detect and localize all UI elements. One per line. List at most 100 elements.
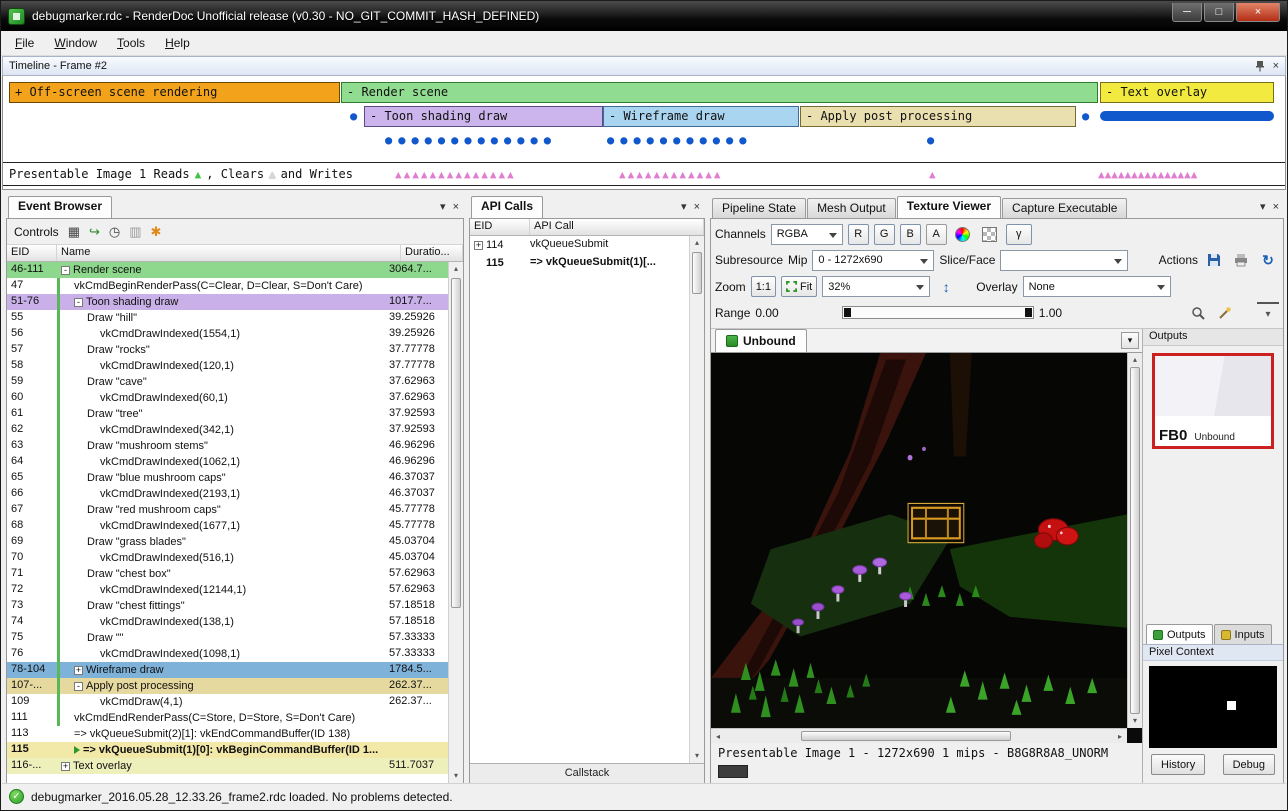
maximize-button[interactable]: □ (1204, 3, 1234, 22)
column-eid[interactable]: EID (470, 219, 530, 235)
event-row[interactable]: 74vkCmdDrawIndexed(138,1)57.18518 (7, 614, 448, 630)
statistics-icon[interactable]: ▥ (129, 225, 141, 238)
event-row[interactable]: 70vkCmdDrawIndexed(516,1)45.03704 (7, 550, 448, 566)
menu-help[interactable]: Help (155, 32, 200, 54)
timeline-bar-text-overlay[interactable]: - Text overlay (1100, 82, 1274, 103)
event-row[interactable]: 78-104+Wireframe draw1784.5... (7, 662, 448, 678)
event-row[interactable]: 51-76-Toon shading draw1017.7... (7, 294, 448, 310)
texture-viewer-menu-icon[interactable]: ▾ (1260, 200, 1266, 213)
color-wheel-button[interactable] (952, 224, 974, 245)
scrollbar-thumb[interactable] (692, 252, 702, 294)
scrollbar-thumb[interactable] (801, 731, 1011, 741)
channels-select[interactable]: RGBA (771, 224, 843, 245)
api-calls-menu-icon[interactable]: ▾ (681, 200, 687, 213)
history-button[interactable]: History (1151, 754, 1205, 775)
tab-inputs[interactable]: Inputs (1214, 624, 1272, 644)
tab-capture-executable[interactable]: Capture Executable (1002, 198, 1127, 218)
event-row[interactable]: 71Draw "chest box"57.62963 (7, 566, 448, 582)
column-name[interactable]: Name (57, 245, 401, 261)
event-row[interactable]: 64vkCmdDrawIndexed(1062,1)46.96296 (7, 454, 448, 470)
event-browser-scrollbar[interactable]: ▴ ▾ (448, 262, 463, 783)
event-row[interactable]: 63Draw "mushroom stems"46.96296 (7, 438, 448, 454)
timeline-bar-toon[interactable]: - Toon shading draw (364, 106, 603, 127)
event-row[interactable]: 60vkCmdDrawIndexed(60,1)37.62963 (7, 390, 448, 406)
timeline-text-overlay-draws-bar[interactable] (1100, 111, 1274, 121)
minimize-button[interactable]: ─ (1172, 3, 1202, 22)
event-row[interactable]: 57Draw "rocks"37.77778 (7, 342, 448, 358)
debug-button[interactable]: Debug (1223, 754, 1275, 775)
channel-a-button[interactable]: A (926, 224, 947, 245)
pin-icon[interactable] (1255, 60, 1265, 72)
fb0-thumbnail[interactable]: FB0 Unbound (1152, 353, 1274, 449)
column-eid[interactable]: EID (7, 245, 57, 261)
toon-draw-dots[interactable]: ●●●●●●●●●●●●● (385, 133, 557, 147)
event-browser-menu-icon[interactable]: ▾ (440, 200, 446, 213)
draw-dot[interactable]: ● (1082, 109, 1089, 123)
fit-button[interactable]: Fit (781, 276, 817, 297)
range-slider-min-handle[interactable] (844, 308, 851, 317)
controls-label[interactable]: Controls (14, 225, 59, 239)
tab-event-browser[interactable]: Event Browser (8, 196, 112, 218)
checkerboard-button[interactable] (979, 224, 1001, 245)
browse-icon[interactable]: ▦ (68, 225, 80, 238)
tab-api-calls[interactable]: API Calls (471, 196, 543, 218)
goto-eid-icon[interactable]: ↪ (89, 225, 100, 238)
channel-g-button[interactable]: G (874, 224, 895, 245)
menu-tools[interactable]: Tools (107, 32, 155, 54)
timeline-bar-wireframe[interactable]: - Wireframe draw (603, 106, 799, 127)
menu-file[interactable]: File (5, 32, 44, 54)
pixel-context-view[interactable] (1149, 666, 1277, 748)
channel-r-button[interactable]: R (848, 224, 869, 245)
texture-list-dropdown[interactable]: ▾ (1121, 332, 1139, 349)
event-row[interactable]: 56vkCmdDrawIndexed(1554,1)39.25926 (7, 326, 448, 342)
scrollbar-thumb[interactable] (1130, 367, 1140, 714)
tab-mesh-output[interactable]: Mesh Output (807, 198, 896, 218)
texture-viewer-close-icon[interactable]: × (1273, 201, 1279, 213)
event-row[interactable]: 111vkCmdEndRenderPass(C=Store, D=Store, … (7, 710, 448, 726)
event-row[interactable]: 61Draw "tree"37.92593 (7, 406, 448, 422)
event-row[interactable]: 47vkCmdBeginRenderPass(C=Clear, D=Clear,… (7, 278, 448, 294)
callstack-section[interactable]: Callstack (470, 763, 704, 783)
tab-texture-viewer[interactable]: Texture Viewer (897, 196, 1001, 218)
api-calls-close-icon[interactable]: × (694, 201, 700, 213)
bookmark-icon[interactable]: ✱ (151, 225, 162, 238)
api-row[interactable]: +114vkQueueSubmit (470, 236, 689, 254)
tab-pipeline-state[interactable]: Pipeline State (712, 198, 806, 218)
zoom-1to1-button[interactable]: 1:1 (751, 276, 776, 297)
event-row[interactable]: 46-111-Render scene3064.7... (7, 262, 448, 278)
post-processing-draw-dot[interactable]: ● (927, 133, 940, 147)
slice-face-select[interactable] (1000, 250, 1128, 271)
texture-image[interactable] (711, 353, 1127, 728)
texture-tab-unbound[interactable]: Unbound (715, 329, 807, 352)
viewport-vertical-scrollbar[interactable]: ▴ ▾ (1127, 353, 1142, 728)
range-max-value[interactable]: 1.00 (1039, 306, 1062, 320)
save-texture-button[interactable] (1203, 250, 1225, 271)
export-texture-button[interactable] (1230, 250, 1252, 271)
scrollbar-thumb[interactable] (451, 278, 461, 608)
draw-dot[interactable]: ● (350, 109, 357, 123)
api-row[interactable]: 115=> vkQueueSubmit(1)[... (470, 254, 689, 272)
api-calls-scrollbar[interactable]: ▴ ▾ (689, 236, 704, 763)
viewport-horizontal-scrollbar[interactable]: ◂ ▸ (711, 728, 1127, 743)
column-duration[interactable]: Duratio... (401, 245, 463, 261)
refresh-button[interactable]: ↻ (1257, 250, 1279, 271)
event-row[interactable]: 75Draw ""57.33333 (7, 630, 448, 646)
event-row[interactable]: 69Draw "grass blades"45.03704 (7, 534, 448, 550)
close-button[interactable]: × (1236, 3, 1280, 22)
menu-window[interactable]: Window (44, 32, 107, 54)
overlay-select[interactable]: None (1023, 276, 1171, 297)
event-row[interactable]: 109vkCmdDraw(4,1)262.37... (7, 694, 448, 710)
collapse-range-icon[interactable]: ▾ (1257, 302, 1279, 323)
event-browser-close-icon[interactable]: × (453, 201, 459, 213)
wireframe-draw-dots[interactable]: ●●●●●●●●●●● (607, 133, 752, 147)
event-row[interactable]: 113=> vkQueueSubmit(2)[1]: vkEndCommandB… (7, 726, 448, 742)
event-row[interactable]: 66vkCmdDrawIndexed(2193,1)46.37037 (7, 486, 448, 502)
event-row[interactable]: 65Draw "blue mushroom caps"46.37037 (7, 470, 448, 486)
event-row[interactable]: 76vkCmdDrawIndexed(1098,1)57.33333 (7, 646, 448, 662)
range-slider-max-handle[interactable] (1025, 308, 1032, 317)
event-row[interactable]: 72vkCmdDrawIndexed(12144,1)57.62963 (7, 582, 448, 598)
autofit-range-button[interactable] (1214, 302, 1236, 323)
event-row[interactable]: 55Draw "hill"39.25926 (7, 310, 448, 326)
time-durations-icon[interactable]: ◷ (109, 225, 120, 238)
timeline-bar-post-processing[interactable]: - Apply post processing (800, 106, 1076, 127)
